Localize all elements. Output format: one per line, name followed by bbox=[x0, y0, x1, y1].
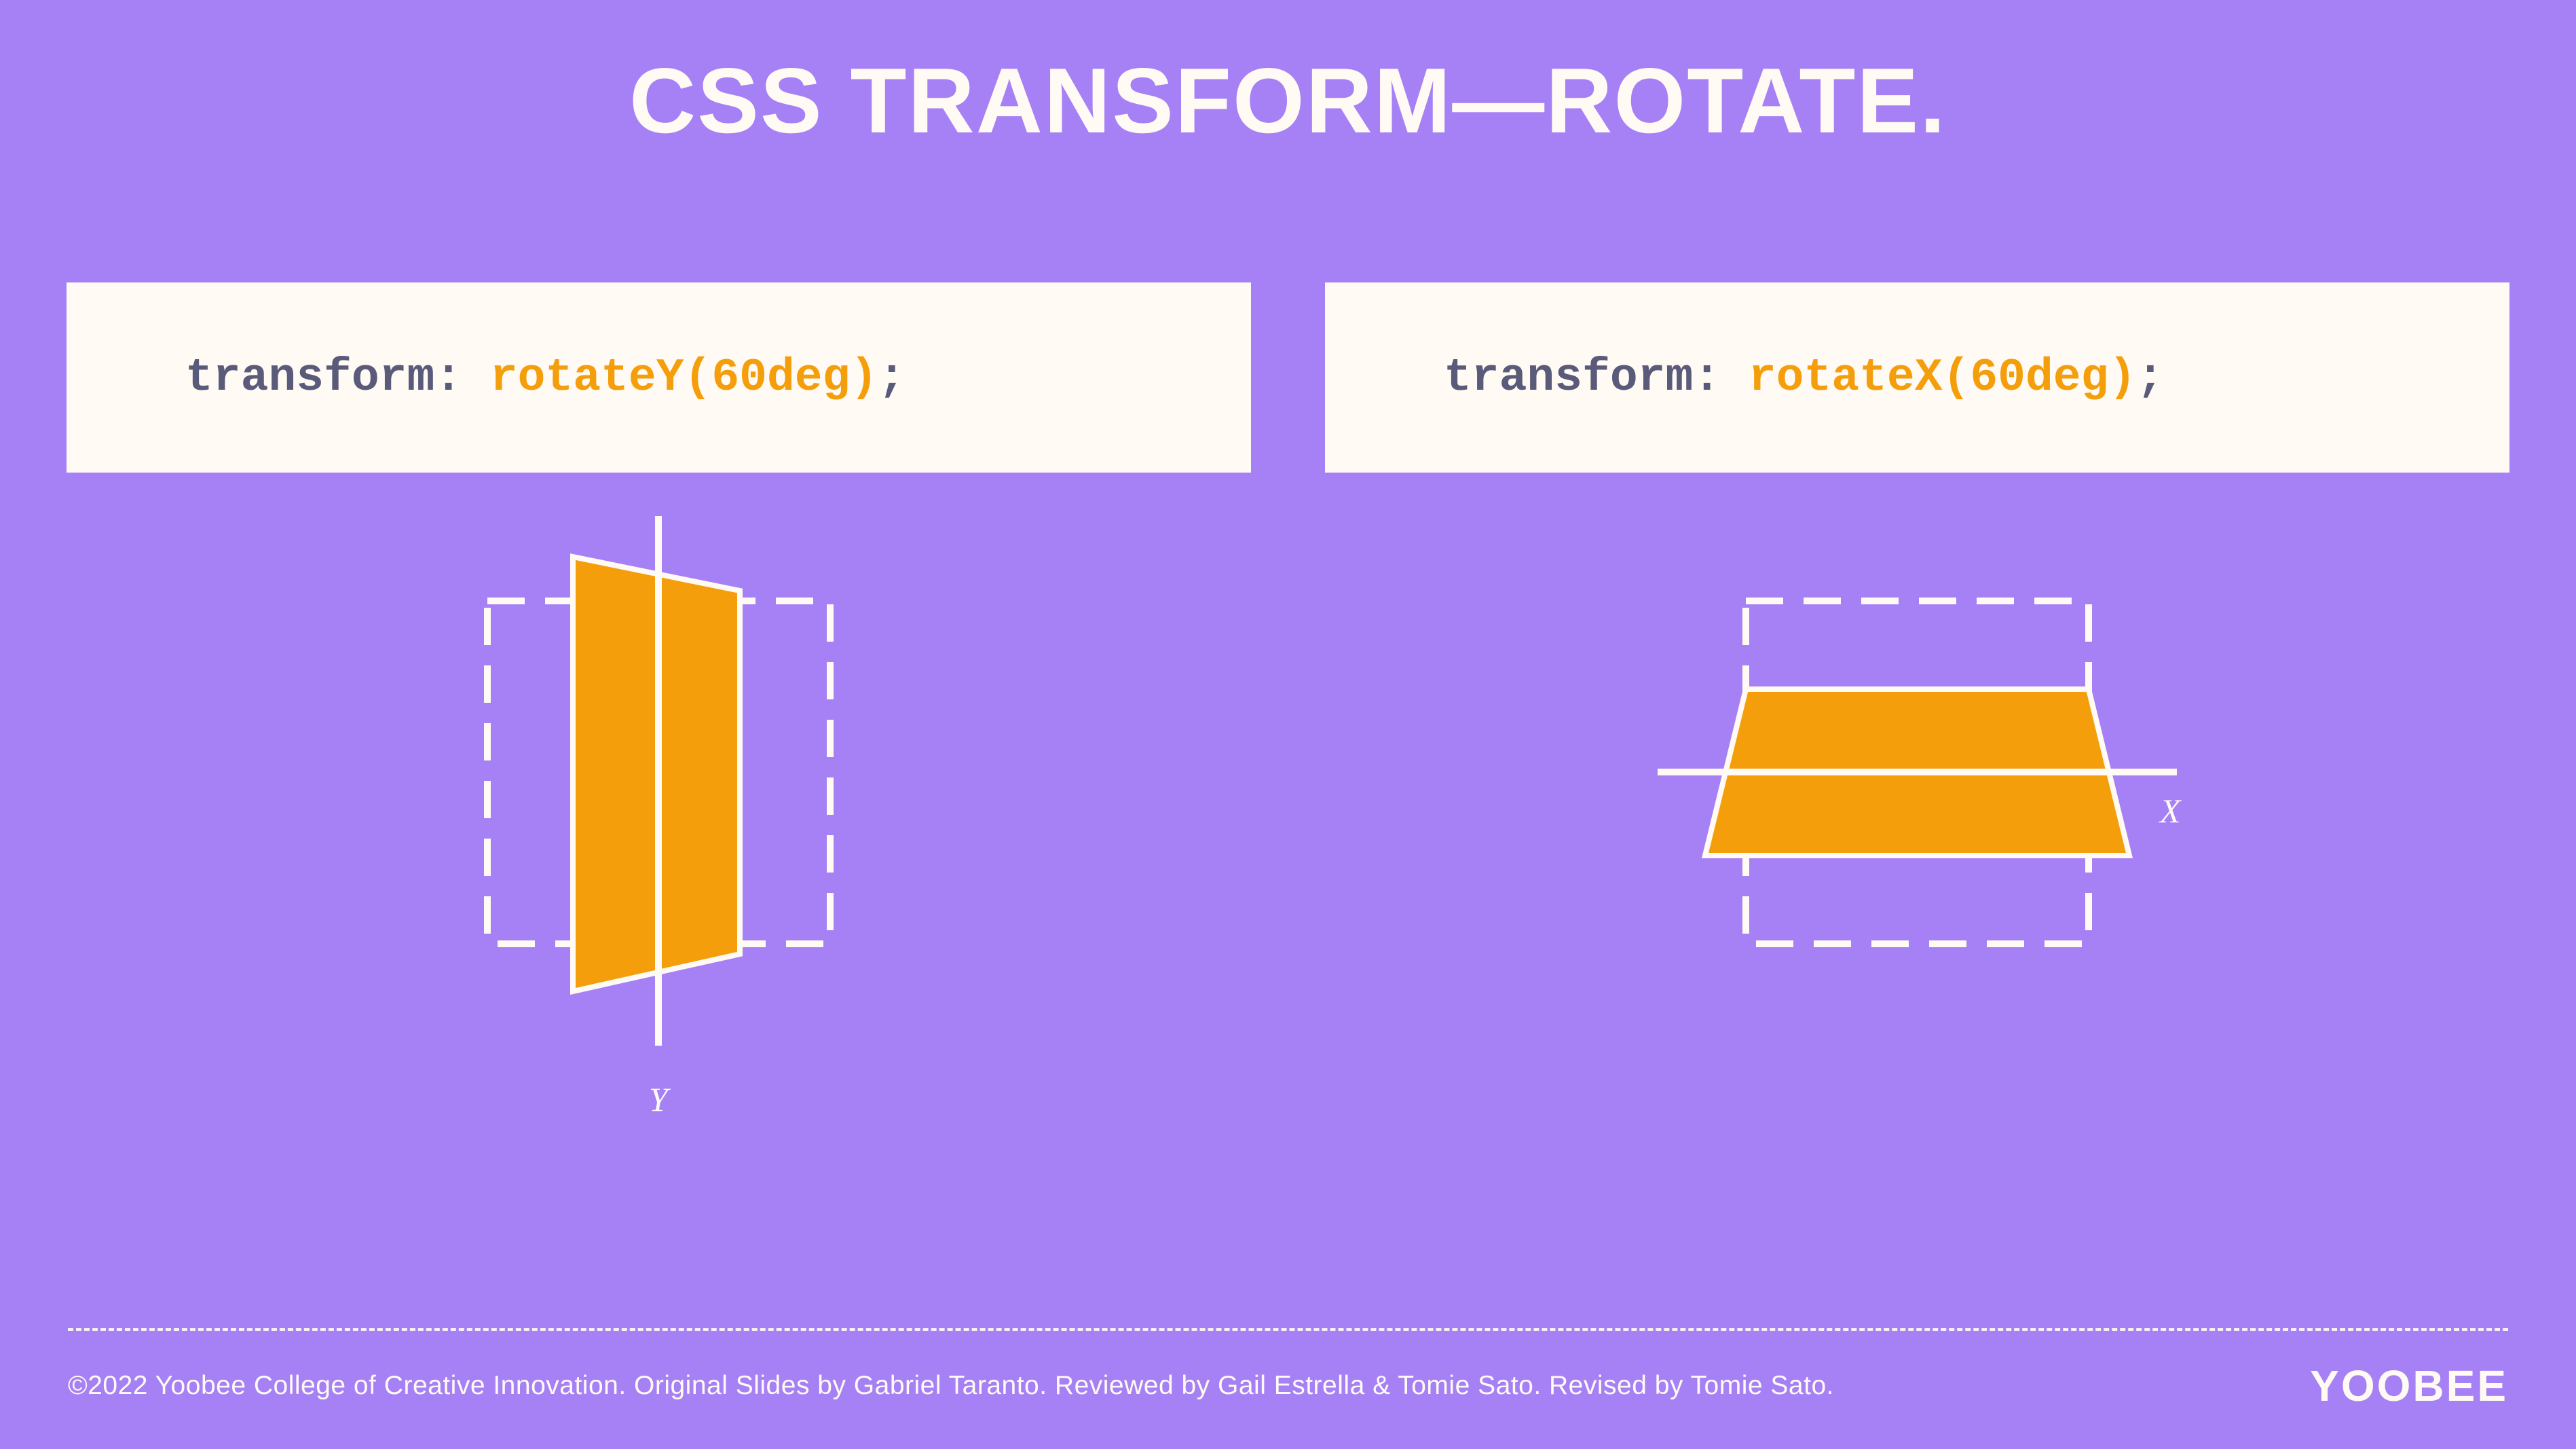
footer-row: ©2022 Yoobee College of Creative Innovat… bbox=[68, 1361, 2508, 1411]
code-box-rotate-x: transform: rotateX(60deg); bbox=[1325, 282, 2509, 473]
diagram-svg-rotate-x bbox=[1325, 516, 2509, 1127]
footer-credits: ©2022 Yoobee College of Creative Innovat… bbox=[68, 1371, 1834, 1401]
diagram-svg-rotate-y bbox=[67, 516, 1251, 1127]
footer-divider bbox=[68, 1328, 2508, 1331]
code-property: transform: bbox=[1444, 352, 1749, 404]
x-axis-label: X bbox=[2160, 791, 2181, 830]
code-text: transform: rotateX(60deg); bbox=[1444, 352, 2164, 404]
code-semicolon: ; bbox=[878, 352, 906, 404]
code-text: transform: rotateY(60deg); bbox=[185, 352, 906, 404]
code-box-rotate-y: transform: rotateY(60deg); bbox=[67, 282, 1251, 473]
slide-title: CSS TRANSFORM—ROTATE. bbox=[0, 48, 2576, 153]
footer: ©2022 Yoobee College of Creative Innovat… bbox=[68, 1328, 2508, 1411]
code-value: rotateX(60deg) bbox=[1749, 352, 2136, 404]
code-property: transform: bbox=[185, 352, 490, 404]
yoobee-logo: YOOBEE bbox=[2310, 1361, 2508, 1411]
diagram-rotate-y: Y bbox=[67, 516, 1251, 1127]
y-axis-label: Y bbox=[649, 1080, 668, 1119]
diagram-rotate-x: X bbox=[1325, 516, 2509, 1127]
code-semicolon: ; bbox=[2136, 352, 2164, 404]
code-value: rotateY(60deg) bbox=[490, 352, 878, 404]
